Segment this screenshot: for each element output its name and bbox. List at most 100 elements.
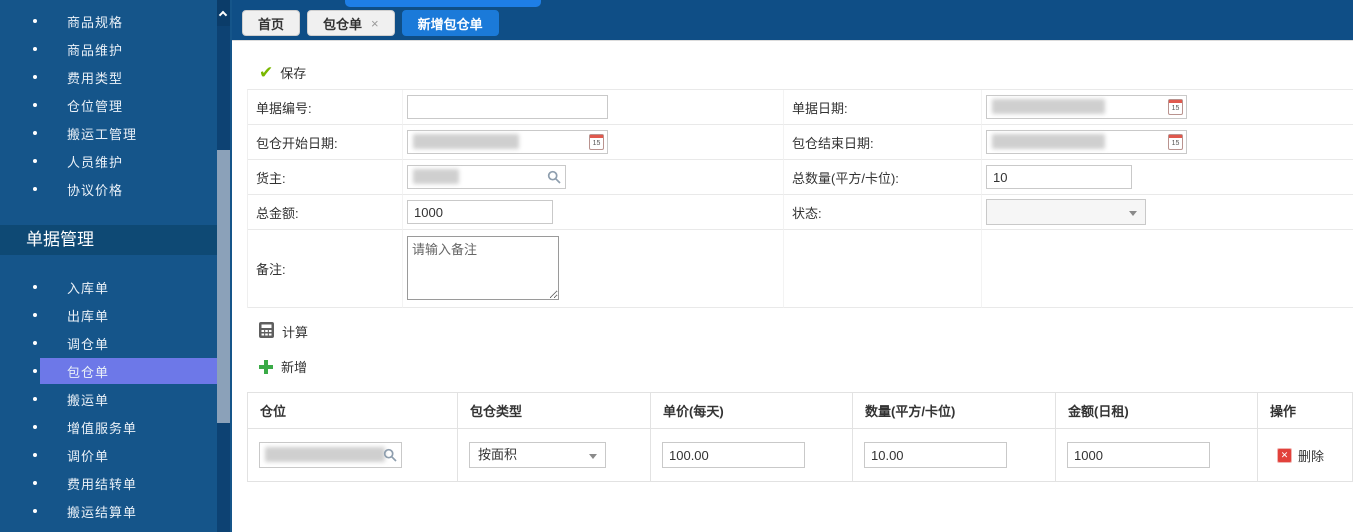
sidebar-item-inbound-order[interactable]: 入库单 [0,273,232,301]
col-header-amount: 金额(日租) [1055,392,1258,429]
redacted-value [992,99,1105,114]
doc-date-label: 单据日期: [784,90,982,125]
qty-input[interactable] [864,442,1007,468]
sidebar-item-product-spec[interactable]: 商品规格 [0,7,232,35]
sidebar-item-label: 仓位管理 [67,98,124,114]
sidebar-item-label: 调仓单 [67,336,110,352]
sidebar-item-price-adjust-order[interactable]: 调价单 [0,441,232,469]
tab-package-order[interactable]: 包仓单 × [307,10,395,36]
amount-input[interactable] [1067,442,1210,468]
content-panel: ✔ 保存 单据编号: 单据日期: 15 包仓开始日期: 15 包仓结束日期: 1… [232,40,1353,532]
owner-cell [403,160,784,195]
sidebar-item-fee-carryover-order[interactable]: 费用结转单 [0,469,232,497]
calendar-icon[interactable] [589,134,604,150]
bullet-icon [33,131,37,135]
sidebar-item-porter-order[interactable]: 搬运单 [0,385,232,413]
sidebar-item-label: 费用类型 [67,70,124,86]
sidebar-item-label: 搬运工管理 [67,126,138,142]
sidebar-item-value-added-service-order[interactable]: 增值服务单 [0,413,232,441]
doc-no-label: 单据编号: [248,90,403,125]
status-cell [982,195,1353,230]
scroll-up-button[interactable] [217,0,230,26]
top-nav-active-indicator [345,0,541,7]
chevron-down-icon [589,454,597,459]
sidebar-doc-list: 入库单 出库单 调仓单 包仓单 搬运单 增值服务单 调价单 费用结转单 搬运结算… [0,266,232,532]
doc-date-cell [982,90,1353,125]
sidebar-item-transfer-order[interactable]: 调仓单 [0,329,232,357]
calculate-button-label: 计算 [282,325,309,340]
bullet-icon [33,509,37,513]
sidebar-item-label: 调价单 [67,448,110,464]
chevron-down-icon [1129,211,1137,216]
tab-new-package-order[interactable]: 新增包仓单 [401,10,499,36]
search-icon[interactable] [383,448,397,465]
check-icon: ✔ [259,63,274,82]
bullet-icon [33,369,37,373]
save-button-label: 保存 [280,66,307,81]
redacted-value [413,169,459,184]
unit-price-input[interactable] [662,442,805,468]
sidebar-item-settlement-receipt-order[interactable]: 结算收款单 [0,525,232,532]
sidebar-section-document-management[interactable]: 单据管理 [0,225,217,255]
total-amount-input[interactable] [407,200,553,224]
close-icon[interactable]: × [371,16,379,31]
bullet-icon [33,341,37,345]
sidebar-item-label: 人员维护 [67,154,124,170]
calendar-icon[interactable] [1168,99,1183,115]
redacted-value [413,134,519,149]
sidebar-item-outbound-order[interactable]: 出库单 [0,301,232,329]
sidebar-item-personnel-maintenance[interactable]: 人员维护 [0,147,232,175]
sidebar-item-product-maintenance[interactable]: 商品维护 [0,35,232,63]
bullet-icon [33,425,37,429]
bullet-icon [33,313,37,317]
doc-no-cell [403,90,784,125]
sidebar-top-list: 商品规格 商品维护 费用类型 仓位管理 搬运工管理 人员维护 协议价格 [0,0,232,203]
bullet-icon [33,187,37,191]
sidebar-item-slot-management[interactable]: 仓位管理 [0,91,232,119]
sidebar-item-label: 出库单 [67,308,110,324]
calendar-icon[interactable] [1168,134,1183,150]
package-type-select[interactable]: 按面积 [469,442,606,468]
bullet-icon [33,75,37,79]
delete-button[interactable]: ✕ 删除 [1277,446,1341,465]
sidebar-item-fee-type[interactable]: 费用类型 [0,63,232,91]
sidebar-scrollbar[interactable] [217,0,230,532]
scrollbar-thumb[interactable] [217,150,230,423]
col-header-slot: 仓位 [247,392,458,429]
sidebar-item-package-order[interactable]: 包仓单 [0,357,232,385]
total-qty-label: 总数量(平方/卡位): [784,160,982,195]
bullet-icon [33,481,37,485]
package-type-select-value: 按面积 [478,447,518,462]
doc-no-input[interactable] [407,95,608,119]
save-button[interactable]: ✔ 保存 [259,63,306,82]
owner-label: 货主: [248,160,403,195]
tab-home[interactable]: 首页 [242,10,301,36]
status-label: 状态: [784,195,982,230]
detail-table: 仓位 包仓类型 单价(每天) 数量(平方/卡位) 金额(日租) 操作 按面积 1… [247,392,1353,482]
delete-button-label: 删除 [1298,448,1325,464]
end-date-label: 包仓结束日期: [784,125,982,160]
total-qty-cell [982,160,1353,195]
calculate-button[interactable]: 计算 [259,322,1353,341]
add-row-button-label: 新增 [281,360,308,375]
sidebar-item-porter-settlement-order[interactable]: 搬运结算单 [0,497,232,525]
delete-icon: ✕ [1277,447,1292,463]
total-qty-input[interactable] [986,165,1132,189]
bullet-icon [33,159,37,163]
start-date-cell [403,125,784,160]
app-window: 商品规格 商品维护 费用类型 仓位管理 搬运工管理 人员维护 协议价格 单据管理… [0,0,1353,532]
end-date-cell [982,125,1353,160]
total-amount-label: 总金额: [248,195,403,230]
slot-cell [247,428,458,482]
main-area: 首页 包仓单 × 新增包仓单 ✔ 保存 单据编号: 单据日期: 15 包仓开始日… [232,0,1353,532]
remark-textarea[interactable] [407,236,559,300]
sidebar-item-porter-management[interactable]: 搬运工管理 [0,119,232,147]
sidebar-item-label: 搬运单 [67,392,110,408]
add-row-button[interactable]: 新增 [259,357,1353,376]
table-row: 按面积 100.00 10.00 1000 ✕ 删除 [247,428,1353,482]
search-icon[interactable] [547,170,561,187]
sidebar-item-agreement-price[interactable]: 协议价格 [0,175,232,203]
order-form: 单据编号: 单据日期: 包仓开始日期: [247,89,1353,308]
detail-table-header-row: 仓位 包仓类型 单价(每天) 数量(平方/卡位) 金额(日租) 操作 [247,392,1353,429]
status-select[interactable] [986,199,1146,225]
